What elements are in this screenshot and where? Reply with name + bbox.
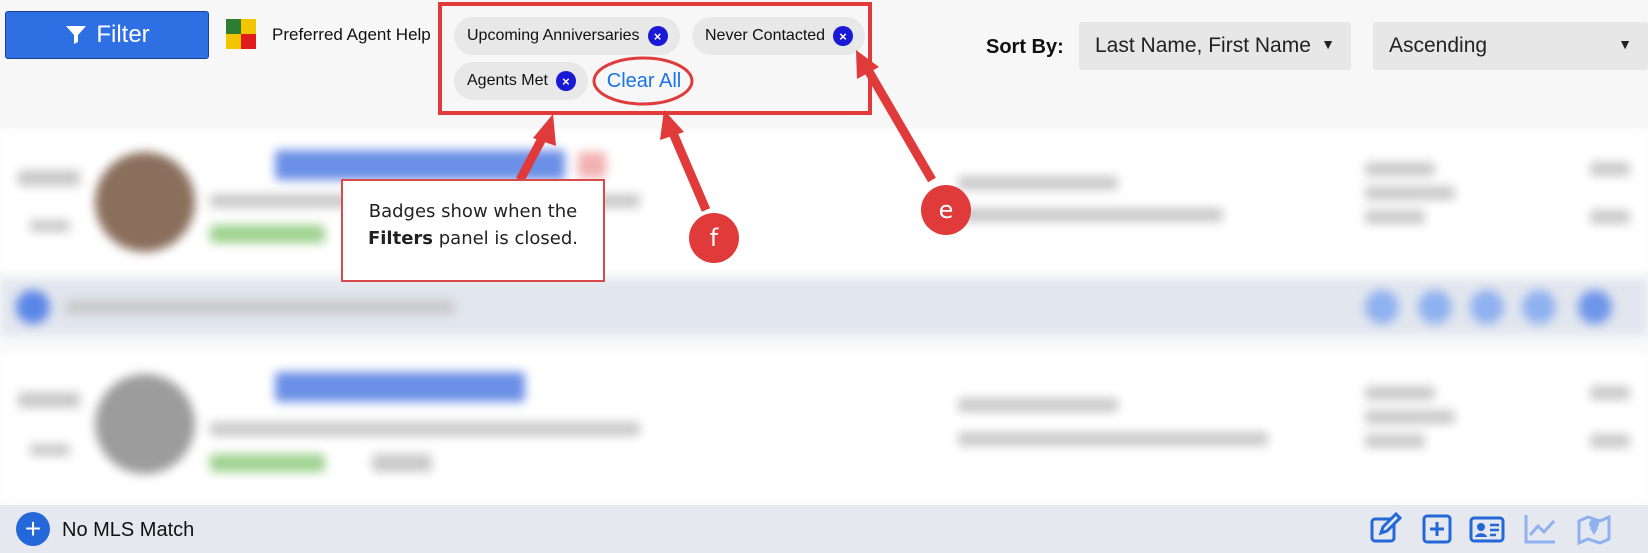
callout-line-1: Badges show when the <box>368 201 578 222</box>
badges-callout: Badges show when the Filters panel is cl… <box>341 179 605 282</box>
badge-label: Upcoming Anniversaries <box>467 27 640 44</box>
top-toolbar: Filter Preferred Agent Help Upcoming Ann… <box>0 0 1648 128</box>
chevron-down-icon: ▼ <box>1618 36 1632 52</box>
sort-order-select[interactable]: Ascending ▼ <box>1373 22 1648 70</box>
no-mls-match-label: No MLS Match <box>62 519 195 541</box>
add-icon[interactable] <box>1419 511 1455 547</box>
filter-button-label: Filter <box>96 21 150 48</box>
chevron-down-icon: ▼ <box>1321 36 1335 52</box>
sort-order-value: Ascending <box>1389 34 1488 57</box>
agent-list-screen: Filter Preferred Agent Help Upcoming Ann… <box>0 0 1648 553</box>
filter-badge-never-contacted: Never Contacted × <box>692 17 866 55</box>
contact-card-icon[interactable] <box>1469 511 1505 547</box>
preferred-agent-help-icon[interactable] <box>226 19 256 49</box>
badge-label: Never Contacted <box>705 27 826 44</box>
clear-all-link[interactable]: Clear All <box>594 58 694 104</box>
callout-line-2-rest: panel is closed. <box>433 228 579 249</box>
add-circle-icon[interactable]: + <box>16 512 50 546</box>
sort-field-select[interactable]: Last Name, First Name ▼ <box>1079 22 1351 70</box>
marker-f: f <box>689 213 739 263</box>
badge-label: Agents Met <box>467 72 548 89</box>
edit-icon[interactable] <box>1367 511 1403 547</box>
sort-by-label: Sort By: <box>986 36 1064 58</box>
sort-field-value: Last Name, First Name <box>1095 34 1311 57</box>
filter-badge-upcoming-anniversaries: Upcoming Anniversaries × <box>454 17 680 55</box>
chart-line-icon[interactable] <box>1522 511 1558 547</box>
agent-row-actions <box>0 278 1648 336</box>
filter-badge-agents-met: Agents Met × <box>454 62 588 100</box>
remove-badge-icon[interactable]: × <box>555 71 576 91</box>
remove-badge-icon[interactable]: × <box>833 26 854 46</box>
remove-badge-icon[interactable]: × <box>647 26 668 46</box>
agent-footer-bar: + No MLS Match <box>0 505 1648 553</box>
agent-row[interactable] <box>0 130 1648 272</box>
callout-bold-text: Filters <box>367 228 434 249</box>
marker-e: e <box>921 185 971 235</box>
filter-button[interactable]: Filter <box>5 11 209 59</box>
funnel-icon <box>66 26 87 44</box>
agent-row[interactable] <box>0 352 1648 502</box>
callout-line-2: Filters panel is closed. <box>343 225 603 252</box>
map-icon[interactable] <box>1576 511 1612 547</box>
preferred-agent-help-link[interactable]: Preferred Agent Help <box>272 25 431 45</box>
